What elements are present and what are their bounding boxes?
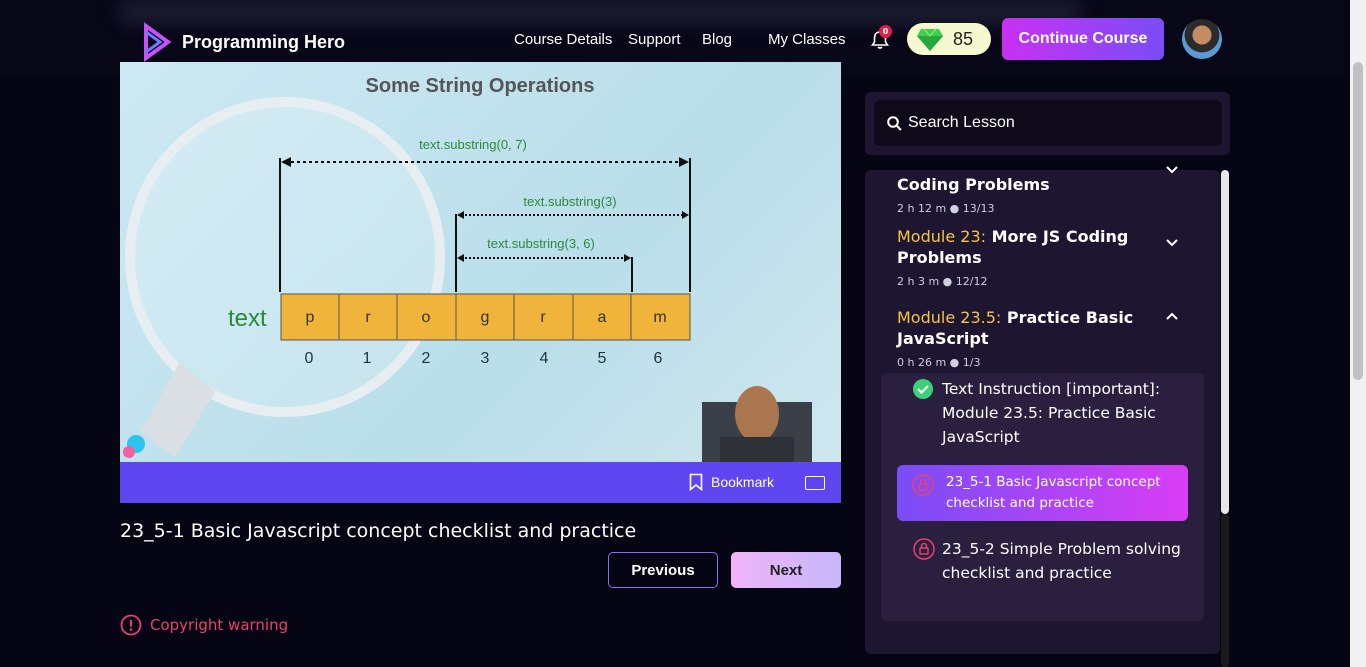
op-label-3: text.substring(3, 6) (487, 236, 595, 251)
instructor-video (702, 386, 812, 462)
nav-support[interactable]: Support (628, 31, 681, 48)
module-23-5-title[interactable]: Module 23.5: Practice Basic JavaScript (897, 307, 1167, 349)
avatar[interactable] (1182, 19, 1222, 59)
active-lesson-label: 23_5-1 Basic Javascript concept checklis… (946, 474, 1161, 511)
letter-3: g (481, 309, 490, 326)
module-22-title[interactable]: Coding Problems (897, 174, 1167, 195)
bookmark-label: Bookmark (711, 474, 775, 490)
op-label-2: text.substring(3) (523, 194, 616, 209)
letter-5: a (598, 309, 607, 326)
index-0: 0 (305, 350, 314, 367)
module-22-name: Coding Problems (897, 175, 1050, 194)
bookmark-button[interactable]: Bookmark (689, 473, 774, 491)
module-23-number: Module 23: (897, 227, 987, 246)
programming-hero-logo-icon (144, 22, 172, 62)
nav-my-classes[interactable]: My Classes (768, 31, 846, 48)
copyright-label: Copyright warning (150, 616, 289, 634)
lesson-title: 23_5-1 Basic Javascript concept checklis… (120, 520, 637, 542)
video-player[interactable]: Some String Operations text.substring(0,… (120, 62, 841, 462)
index-4: 4 (540, 350, 549, 367)
nav-blog[interactable]: Blog (702, 31, 732, 48)
chevron-down-icon[interactable] (1166, 166, 1178, 174)
next-button[interactable]: Next (731, 552, 841, 588)
letter-4: r (540, 309, 546, 326)
lesson-item-text-instruction[interactable]: Text Instruction [important]: Module 23.… (942, 377, 1182, 449)
bookmark-icon (689, 473, 703, 491)
warning-icon (120, 614, 142, 636)
module-23-meta: 2 h 3 m ● 12/12 (897, 275, 988, 288)
search-input[interactable] (874, 100, 1222, 146)
brand-watermark-icon (123, 435, 145, 458)
gems-counter[interactable]: 85 (907, 23, 991, 55)
diamond-icon (917, 28, 943, 51)
index-6: 6 (654, 350, 663, 367)
word-label: text (228, 305, 267, 332)
video-frame: Some String Operations text.substring(0,… (123, 75, 812, 462)
letter-6: m (653, 309, 666, 326)
module-22-meta: 2 h 12 m ● 13/13 (897, 202, 995, 215)
check-circle-icon (913, 379, 933, 399)
lesson-item-simple-problem[interactable]: 23_5-2 Simple Problem solving checklist … (942, 537, 1182, 585)
module-23-5-meta: 0 h 26 m ● 1/3 (897, 356, 981, 369)
lesson-item-active[interactable]: 23_5-1 Basic Javascript concept checklis… (897, 465, 1188, 521)
op-label-1: text.substring(0, 7) (419, 137, 527, 152)
logo[interactable]: Programming Hero (140, 22, 345, 62)
chevron-up-icon[interactable] (1166, 312, 1178, 320)
letter-1: r (365, 309, 371, 326)
lock-icon (912, 474, 934, 496)
blurred-course-title (120, 0, 1080, 24)
theater-mode-icon[interactable] (805, 476, 825, 490)
index-2: 2 (422, 350, 431, 367)
gems-count: 85 (953, 28, 974, 49)
letter-0: p (306, 309, 315, 326)
chevron-down-icon[interactable] (1166, 239, 1178, 247)
slide-title: Some String Operations (366, 75, 595, 97)
continue-course-button[interactable]: Continue Course (1002, 18, 1164, 60)
letter-2: o (422, 309, 431, 326)
sidebar-scrollbar-thumb[interactable] (1221, 514, 1229, 667)
index-5: 5 (598, 350, 607, 367)
module-23-title[interactable]: Module 23: More JS Coding Problems (897, 226, 1167, 268)
nav-course-details[interactable]: Course Details (514, 31, 612, 48)
module-23-5-number: Module 23.5: (897, 308, 1002, 327)
search-icon (887, 116, 902, 131)
notification-badge: 0 (879, 25, 892, 38)
previous-button[interactable]: Previous (608, 552, 718, 588)
sidebar-scrollbar-track[interactable] (1221, 170, 1229, 514)
copyright-warning[interactable]: Copyright warning (120, 614, 288, 636)
index-3: 3 (481, 350, 490, 367)
lock-icon (913, 538, 935, 560)
page-scrollbar-thumb[interactable] (1353, 62, 1363, 380)
logo-text: Programming Hero (182, 31, 346, 52)
page-scrollbar[interactable] (1350, 0, 1366, 667)
index-1: 1 (363, 350, 372, 367)
